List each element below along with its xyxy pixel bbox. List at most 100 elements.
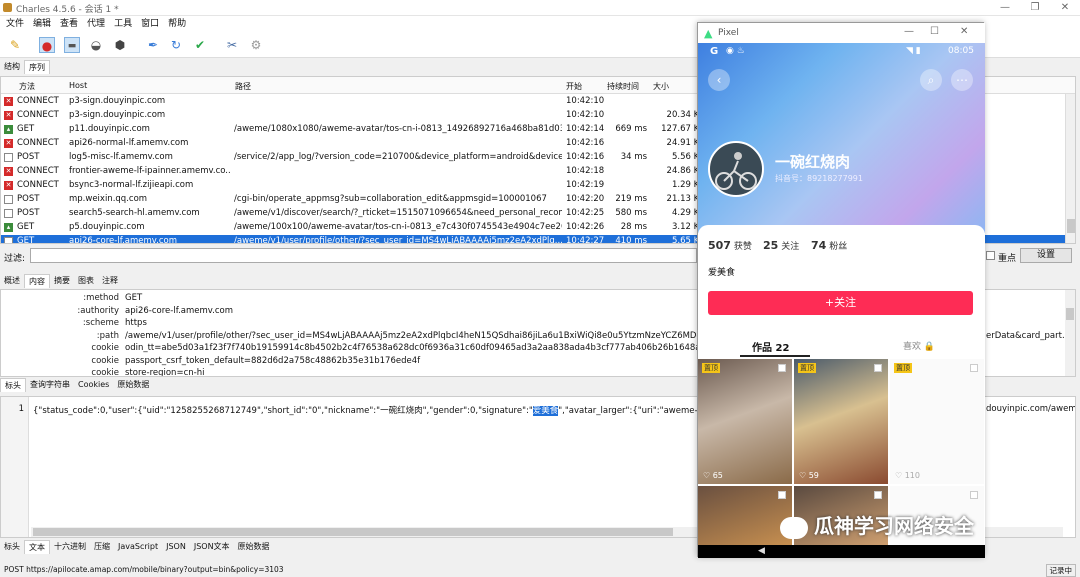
search-icon[interactable]: ⌕ [920, 69, 942, 91]
breakpoint-icon[interactable]: ⬢ [112, 37, 128, 53]
cell-path: /aweme/v1/discover/search/?_rticket=1515… [234, 208, 562, 218]
stat-followers[interactable]: 74 粉丝 [811, 239, 847, 252]
subtab-resp-raw[interactable]: 原始数据 [234, 540, 274, 554]
header-key: cookie [91, 368, 119, 377]
header-value: /aweme/v1/user/profile/other/?sec_user_i… [125, 330, 712, 341]
cell-start: 10:42:10 [566, 96, 605, 106]
video-thumb-1[interactable]: 置顶 ♡ 65 [698, 359, 792, 484]
menu-help[interactable]: 帮助 [168, 16, 186, 32]
follow-button[interactable]: +关注 [708, 291, 973, 315]
cell-method: GET [17, 124, 35, 134]
video-thumb-4[interactable] [698, 486, 792, 546]
close-button[interactable]: ✕ [1050, 0, 1080, 16]
select-checkbox[interactable] [778, 491, 786, 499]
col-start[interactable]: 开始 [566, 81, 582, 92]
more-options-icon[interactable]: ⋯ [951, 69, 973, 91]
emu-maximize-button[interactable]: ☐ [930, 26, 939, 37]
tab-summary[interactable]: 摘要 [50, 274, 74, 288]
avatar[interactable] [708, 141, 764, 197]
subtab-resp-json[interactable]: JSON [162, 540, 190, 554]
cell-method: CONNECT [17, 96, 59, 106]
wifi-signal-icon: ◥ ▮ [906, 46, 921, 56]
json-text-overflow: douyinpic.com/aweme/ [986, 404, 1076, 414]
tab-chart[interactable]: 图表 [74, 274, 98, 288]
col-host[interactable]: Host [69, 81, 87, 90]
filter-input[interactable] [30, 248, 697, 263]
headers-scrollbar[interactable] [1065, 290, 1075, 376]
tab-notes[interactable]: 注释 [98, 274, 122, 288]
tab-sequence[interactable]: 序列 [24, 60, 50, 74]
emu-minimize-button[interactable]: — [904, 26, 914, 37]
tab-liked[interactable]: 喜欢 🔒 [903, 339, 935, 352]
tab-contents[interactable]: 内容 [24, 274, 50, 288]
error-icon: ✕ [4, 111, 13, 120]
video-thumb-3[interactable]: 置顶 ♡ 110 [890, 359, 984, 484]
refresh-icon[interactable]: ↻ [168, 37, 184, 53]
select-checkbox[interactable] [970, 491, 978, 499]
menu-file[interactable]: 文件 [6, 16, 24, 32]
menu-edit[interactable]: 编辑 [33, 16, 51, 32]
record-icon[interactable]: ● [39, 37, 55, 53]
emu-close-button[interactable]: ✕ [960, 26, 968, 37]
tools-icon[interactable]: ✂ [224, 37, 240, 53]
filter-label: 过滤: [4, 254, 26, 264]
phone-clock: 08:05 [948, 46, 974, 56]
subtab-resp-json-text[interactable]: JSON文本 [190, 540, 234, 554]
subtab-resp-headers[interactable]: 标头 [0, 540, 24, 554]
cell-path: /aweme/v1/user/profile/other/?sec_user_i… [234, 236, 562, 244]
stat-following[interactable]: 25 关注 [763, 239, 799, 252]
error-icon: ✕ [4, 181, 13, 190]
header-path-overflow: erData&card_part. [986, 331, 1065, 341]
select-checkbox[interactable] [778, 364, 786, 372]
select-checkbox[interactable] [970, 364, 978, 372]
settings-button[interactable]: 设置 [1020, 248, 1072, 263]
cell-start: 10:42:26 [566, 222, 605, 232]
watermark: 瓜神学习网络安全 [780, 510, 974, 539]
menu-window[interactable]: 窗口 [141, 16, 159, 32]
cell-dur: 219 ms [615, 194, 647, 204]
subtab-resp-hex[interactable]: 十六进制 [50, 540, 90, 554]
tab-structure[interactable]: 结构 [0, 60, 24, 74]
settings-gear-icon[interactable]: ⚙ [248, 37, 264, 53]
menu-view[interactable]: 查看 [60, 16, 78, 32]
subtab-resp-text[interactable]: 文本 [24, 540, 50, 554]
subtab-resp-compressed[interactable]: 压缩 [90, 540, 114, 554]
title-bar: Charles 4.5.6 - 会话 1 * — ❐ ✕ [0, 0, 1080, 16]
maximize-button[interactable]: ❐ [1020, 0, 1050, 16]
tab-overview[interactable]: 概述 [0, 274, 24, 288]
wechat-logo-icon [780, 516, 808, 539]
nav-back-icon[interactable]: ◀ [758, 546, 765, 556]
select-checkbox[interactable] [874, 364, 882, 372]
thumb-likes: ♡ 59 [799, 471, 819, 480]
subtab-cookies[interactable]: Cookies [74, 378, 113, 392]
subtab-headers[interactable]: 标头 [0, 378, 26, 392]
col-size[interactable]: 大小 [653, 81, 669, 92]
cell-host: log5-misc-lf.amemv.com [69, 152, 173, 162]
minimize-button[interactable]: — [990, 0, 1020, 16]
cell-path: /aweme/1080x1080/aweme-avatar/tos-cn-i-0… [234, 124, 562, 134]
throttle-icon[interactable]: ▬ [64, 37, 80, 53]
tab-works[interactable]: 作品 22 [752, 339, 789, 354]
broom-icon[interactable]: ✎ [7, 37, 23, 53]
cell-host: api26-core-lf.amemv.com [69, 236, 177, 244]
window-title: Charles 4.5.6 - 会话 1 * [16, 5, 119, 15]
subtab-resp-javascript[interactable]: JavaScript [114, 540, 162, 554]
col-method[interactable]: 方法 [19, 81, 35, 92]
col-duration[interactable]: 持续时间 [607, 81, 639, 92]
turtle-icon[interactable]: ◒ [88, 37, 104, 53]
cell-host: search5-search-hl.amemv.com [69, 208, 200, 218]
subtab-raw[interactable]: 原始数据 [113, 378, 153, 392]
menu-tools[interactable]: 工具 [114, 16, 132, 32]
menu-proxy[interactable]: 代理 [87, 16, 105, 32]
compose-pen-icon[interactable]: ✒ [145, 37, 161, 53]
video-thumb-2[interactable]: 置顶 ♡ 59 [794, 359, 888, 484]
col-path[interactable]: 路径 [235, 81, 251, 92]
subtab-query-string[interactable]: 查询字符串 [26, 378, 74, 392]
douyin-id: 抖音号：89218277991 [775, 174, 863, 183]
focus-checkbox[interactable] [986, 251, 995, 260]
validate-check-icon[interactable]: ✔ [192, 37, 208, 53]
table-scrollbar[interactable] [1065, 94, 1075, 243]
select-checkbox[interactable] [874, 491, 882, 499]
back-arrow-icon[interactable]: ‹ [708, 69, 730, 91]
emulator-window: ▲ Pixel — ☐ ✕ G ◉ ♨ ◥ ▮ 08:05 ‹ ⌕ ⋯ 一碗红烧… [697, 22, 985, 558]
